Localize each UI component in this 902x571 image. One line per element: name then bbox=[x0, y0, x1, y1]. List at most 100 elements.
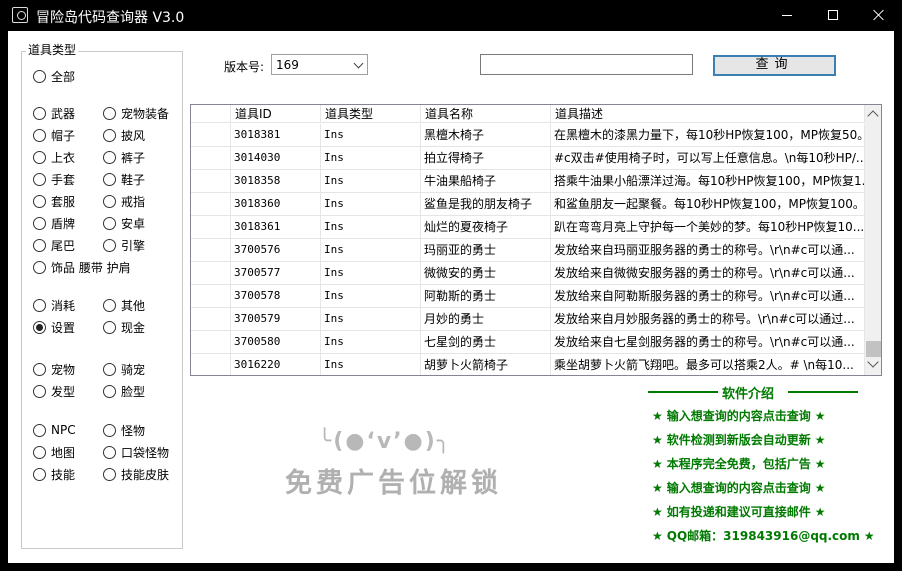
version-select[interactable]: 169 bbox=[271, 54, 368, 75]
radio-item-type[interactable]: 披风 bbox=[103, 127, 145, 143]
radio-button-icon[interactable] bbox=[33, 423, 46, 437]
radio-item-type[interactable]: 怪物 bbox=[103, 422, 145, 438]
close-button[interactable] bbox=[856, 0, 902, 31]
maximize-button[interactable] bbox=[810, 0, 856, 31]
radio-button-icon[interactable] bbox=[33, 362, 46, 376]
radio-button-icon[interactable] bbox=[33, 320, 46, 334]
radio-item-type[interactable]: 手套 bbox=[33, 171, 75, 187]
radio-button-icon[interactable] bbox=[103, 445, 116, 459]
radio-item-type[interactable]: 帽子 bbox=[33, 127, 75, 143]
table-row[interactable]: 3018360 Ins 鲨鱼是我的朋友椅子 和鲨鱼朋友一起聚餐。每10秒HP恢复100… bbox=[191, 193, 865, 216]
search-input[interactable] bbox=[480, 54, 693, 75]
results-table[interactable]: 道具ID 道具类型 道具名称 道具描述 3018381 Ins 黑檀木椅子 在黑檀木的… bbox=[190, 104, 882, 376]
table-cell-item-desc: 在黑檀木的漆黑力量下，每10秒HP恢复100，MP恢复50。 bbox=[551, 124, 865, 146]
table-row[interactable]: 3700578 Ins 阿勒斯的勇士 发放给来自阿勒斯服务器的勇士的称号。\r\n#c… bbox=[191, 285, 865, 308]
radio-item-type[interactable]: 其他 bbox=[103, 297, 145, 313]
radio-button-icon[interactable] bbox=[103, 150, 116, 164]
column-header-item-desc[interactable]: 道具描述 bbox=[551, 105, 865, 123]
ad-face-emoticon: ╰(●‘v’●)╮ bbox=[318, 429, 453, 454]
radio-button-icon[interactable] bbox=[33, 128, 46, 142]
table-row[interactable]: 3018361 Ins 灿烂的夏夜椅子 趴在弯弯月亮上守护每一个美妙的梦。每10秒HP… bbox=[191, 216, 865, 239]
radio-item-type[interactable]: 骑宠 bbox=[103, 361, 145, 377]
radio-item-type[interactable]: 安卓 bbox=[103, 215, 145, 231]
table-row[interactable]: 3700580 Ins 七星剑的勇士 发放给来自七星剑服务器的勇士的称号。\r\n#c… bbox=[191, 331, 865, 354]
radio-item-type[interactable]: 引擎 bbox=[103, 237, 145, 253]
radio-item-type[interactable]: 饰品 腰带 护肩 bbox=[33, 259, 131, 275]
column-header-item-name[interactable]: 道具名称 bbox=[421, 105, 551, 123]
table-row[interactable]: 3016220 Ins 胡萝卜火箭椅子 乘坐胡萝卜火箭飞翔吧。最多可以搭乘2人。# \… bbox=[191, 354, 865, 375]
radio-item-type[interactable]: 设置 bbox=[33, 319, 75, 335]
radio-label: 手套 bbox=[51, 172, 76, 187]
radio-button-icon[interactable] bbox=[33, 194, 46, 208]
title-bar[interactable]: 冒险岛代码查询器 V3.0 bbox=[0, 0, 902, 31]
radio-item-type[interactable]: 地图 bbox=[33, 444, 75, 460]
radio-item-type[interactable]: 全部 bbox=[33, 68, 75, 84]
table-cell-item-type: Ins bbox=[321, 124, 421, 146]
radio-button-icon[interactable] bbox=[103, 423, 116, 437]
table-scrollbar[interactable] bbox=[865, 105, 881, 375]
radio-item-type[interactable]: 盾牌 bbox=[33, 215, 75, 231]
radio-button-icon[interactable] bbox=[33, 445, 46, 459]
radio-button-icon[interactable] bbox=[103, 384, 116, 398]
table-cell-item-name: 胡萝卜火箭椅子 bbox=[421, 354, 551, 375]
radio-button-icon[interactable] bbox=[33, 172, 46, 186]
radio-label: 脸型 bbox=[121, 384, 146, 399]
radio-item-type[interactable]: 武器 bbox=[33, 105, 75, 121]
scroll-up-icon[interactable] bbox=[867, 110, 879, 122]
table-row[interactable]: 3700579 Ins 月妙的勇士 发放给来自月妙服务器的勇士的称号。\r\n#c可以… bbox=[191, 308, 865, 331]
scroll-down-icon[interactable] bbox=[867, 356, 879, 368]
column-header-index[interactable] bbox=[191, 105, 231, 123]
radio-item-type[interactable]: NPC bbox=[33, 422, 76, 438]
query-button[interactable]: 查询 bbox=[713, 55, 836, 76]
radio-item-type[interactable]: 消耗 bbox=[33, 297, 75, 313]
radio-button-icon[interactable] bbox=[103, 298, 116, 312]
radio-label: 设置 bbox=[51, 320, 76, 335]
radio-item-type[interactable]: 宠物 bbox=[33, 361, 75, 377]
radio-button-icon[interactable] bbox=[33, 216, 46, 230]
radio-item-type[interactable]: 技能皮肤 bbox=[103, 466, 169, 482]
radio-button-icon[interactable] bbox=[33, 69, 46, 83]
radio-item-type[interactable]: 鞋子 bbox=[103, 171, 145, 187]
maximize-icon bbox=[828, 10, 838, 20]
radio-item-type[interactable]: 宠物装备 bbox=[103, 105, 169, 121]
radio-item-type[interactable]: 脸型 bbox=[103, 383, 145, 399]
table-row[interactable]: 3018381 Ins 黑檀木椅子 在黑檀木的漆黑力量下，每10秒HP恢复100，MP… bbox=[191, 124, 865, 147]
radio-button-icon[interactable] bbox=[103, 216, 116, 230]
radio-item-type[interactable]: 现金 bbox=[103, 319, 145, 335]
radio-button-icon[interactable] bbox=[33, 467, 46, 481]
column-header-item-id[interactable]: 道具ID bbox=[231, 105, 321, 123]
radio-button-icon[interactable] bbox=[103, 128, 116, 142]
radio-item-type[interactable]: 裤子 bbox=[103, 149, 145, 165]
table-row[interactable]: 3700577 Ins 微微安的勇士 发放给来自微微安服务器的勇士的称号。\r\n#c… bbox=[191, 262, 865, 285]
radio-item-type[interactable]: 发型 bbox=[33, 383, 75, 399]
radio-label: 饰品 腰带 护肩 bbox=[51, 260, 131, 275]
minimize-button[interactable] bbox=[764, 0, 810, 31]
radio-item-type[interactable]: 戒指 bbox=[103, 193, 145, 209]
table-row[interactable]: 3700576 Ins 玛丽亚的勇士 发放给来自玛丽亚服务器的勇士的称号。\r\n#c… bbox=[191, 239, 865, 262]
radio-button-icon[interactable] bbox=[33, 260, 46, 274]
radio-button-icon[interactable] bbox=[103, 362, 116, 376]
radio-button-icon[interactable] bbox=[103, 194, 116, 208]
radio-button-icon[interactable] bbox=[103, 320, 116, 334]
scroll-thumb[interactable] bbox=[866, 341, 881, 357]
radio-button-icon[interactable] bbox=[33, 298, 46, 312]
table-row[interactable]: 3018358 Ins 牛油果船椅子 搭乘牛油果小船漂洋过海。每10秒HP恢复100，… bbox=[191, 170, 865, 193]
radio-button-icon[interactable] bbox=[33, 150, 46, 164]
radio-button-icon[interactable] bbox=[33, 106, 46, 120]
radio-button-icon[interactable] bbox=[103, 172, 116, 186]
radio-item-type[interactable]: 技能 bbox=[33, 466, 75, 482]
table-row[interactable]: 3014030 Ins 拍立得椅子 #c双击#使用椅子时，可以写上任意信息。\n每10… bbox=[191, 147, 865, 170]
column-header-item-type[interactable]: 道具类型 bbox=[321, 105, 421, 123]
radio-item-type[interactable]: 尾巴 bbox=[33, 237, 75, 253]
radio-button-icon[interactable] bbox=[33, 238, 46, 252]
radio-button-icon[interactable] bbox=[33, 384, 46, 398]
star-icon: ★ bbox=[814, 505, 826, 519]
radio-item-type[interactable]: 套服 bbox=[33, 193, 75, 209]
radio-button-icon[interactable] bbox=[103, 238, 116, 252]
radio-button-icon[interactable] bbox=[103, 106, 116, 120]
radio-item-type[interactable]: 口袋怪物 bbox=[103, 444, 169, 460]
radio-item-type[interactable]: 上衣 bbox=[33, 149, 75, 165]
table-cell-item-type: Ins bbox=[321, 285, 421, 307]
radio-button-icon[interactable] bbox=[103, 467, 116, 481]
table-cell-item-type: Ins bbox=[321, 262, 421, 284]
